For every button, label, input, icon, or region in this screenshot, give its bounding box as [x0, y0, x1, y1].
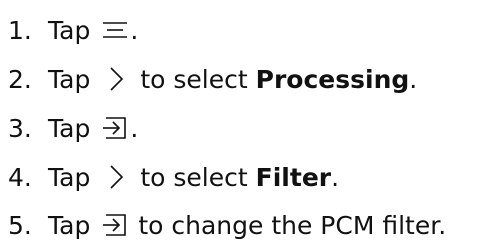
- step-number: 1.: [8, 15, 32, 45]
- step-end: .: [331, 162, 340, 192]
- chevron-right-icon: [102, 163, 130, 191]
- step-text: .: [130, 15, 139, 45]
- instruction-steps: 1. Tap . 2. Tap to select Processing . 3…: [0, 0, 496, 250]
- tap-word: Tap: [48, 113, 91, 143]
- step-2: 2. Tap to select Processing .: [0, 59, 417, 99]
- tap-word: Tap: [48, 162, 91, 192]
- enter-icon: [100, 114, 130, 142]
- menu-icon: [100, 16, 130, 44]
- step-number: 2.: [8, 64, 32, 94]
- step-3: 3. Tap .: [0, 108, 138, 148]
- step-end: .: [409, 64, 418, 94]
- step-target: Processing: [255, 64, 410, 94]
- step-target: Filter: [255, 162, 332, 192]
- step-number: 3.: [8, 113, 32, 143]
- step-text: to select: [140, 162, 248, 192]
- enter-icon: [100, 211, 130, 239]
- step-1: 1. Tap .: [0, 10, 138, 50]
- step-number: 4.: [8, 162, 32, 192]
- step-text: to select: [140, 64, 248, 94]
- tap-word: Tap: [48, 64, 91, 94]
- step-number: 5.: [8, 210, 32, 240]
- chevron-right-icon: [102, 65, 130, 93]
- step-5: 5. Tap to change the PCM filter.: [0, 205, 446, 245]
- tap-word: Tap: [48, 15, 91, 45]
- tap-word: Tap: [48, 210, 91, 240]
- step-text: to change the PCM filter.: [138, 210, 447, 240]
- step-4: 4. Tap to select Filter .: [0, 157, 339, 197]
- step-text: .: [130, 113, 139, 143]
